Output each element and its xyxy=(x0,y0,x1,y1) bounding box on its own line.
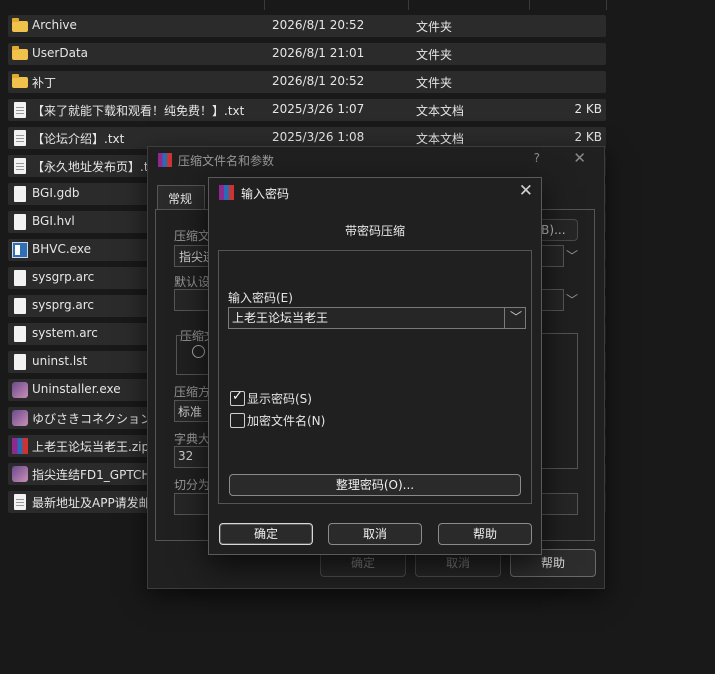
file-type: 文件夹 xyxy=(416,20,453,34)
file-icon xyxy=(14,186,26,202)
help-icon[interactable]: ? xyxy=(534,151,540,165)
archive-name-label: 压缩文 xyxy=(174,229,211,243)
password-value: 上老王论坛当老王 xyxy=(232,311,329,325)
file-name: UserData xyxy=(32,46,89,60)
text-document-icon xyxy=(14,102,26,118)
winrar-archive-icon xyxy=(12,438,28,454)
dictionary-value: 32 xyxy=(178,449,194,463)
split-input[interactable] xyxy=(174,493,210,515)
organize-passwords-button[interactable]: 整理密码(O)... xyxy=(229,474,521,496)
close-icon[interactable]: ✕ xyxy=(519,181,533,201)
method-label: 压缩方 xyxy=(174,385,211,399)
exe-icon xyxy=(12,242,28,258)
encrypt-filenames-label[interactable]: 加密文件名(N) xyxy=(247,412,325,429)
file-type: 文件夹 xyxy=(416,76,453,90)
anime-app-icon xyxy=(12,410,28,426)
file-row[interactable]: 补丁 2026/8/1 20:52 文件夹 xyxy=(8,71,606,93)
file-type: 文件夹 xyxy=(416,48,453,62)
file-type: 文本文档 xyxy=(416,132,465,146)
dialog-subtitle: 带密码压缩 xyxy=(344,224,405,238)
text-document-icon xyxy=(14,494,26,510)
file-row[interactable]: 【来了就能下载和观看！纯免费！】.txt 2025/3/26 1:07 文本文档 2 … xyxy=(8,99,606,121)
chevron-down-icon[interactable]: ﹀ xyxy=(510,308,522,325)
file-name: 【论坛介绍】.txt xyxy=(32,132,125,146)
enter-password-dialog: 输入密码 ✕ 带密码压缩 输入密码(E) 上老王论坛当老王 ﹀ 显示密码(S) … xyxy=(208,177,542,555)
default-settings-label: 默认设 xyxy=(174,275,211,289)
combo-divider xyxy=(504,308,505,328)
close-icon[interactable]: ✕ xyxy=(573,149,586,167)
password-button-ghost[interactable] xyxy=(536,493,578,515)
file-type: 文本文档 xyxy=(416,104,465,118)
file-date: 2026/8/1 21:01 xyxy=(272,46,365,60)
dialog-title: 输入密码 xyxy=(241,187,290,201)
folder-icon xyxy=(12,18,28,32)
password-label: 输入密码(E) xyxy=(228,291,293,305)
password-input[interactable]: 上老王论坛当老王 ﹀ xyxy=(228,307,526,329)
file-date: 2025/3/26 1:08 xyxy=(272,130,365,144)
file-date: 2025/3/26 1:07 xyxy=(272,102,365,116)
winrar-icon xyxy=(158,153,172,167)
file-row[interactable]: UserData 2026/8/1 21:01 文件夹 xyxy=(8,43,606,65)
split-label: 切分为 xyxy=(174,478,211,492)
chevron-down-icon[interactable]: ﹀ xyxy=(566,291,578,308)
file-name: 【来了就能下载和观看！纯免费！】.txt xyxy=(32,104,245,118)
encrypt-filenames-checkbox[interactable] xyxy=(230,413,245,428)
file-name: Archive xyxy=(32,18,77,32)
chevron-down-icon[interactable]: ﹀ xyxy=(566,247,578,264)
column-separator xyxy=(264,0,265,10)
file-size: 2 KB xyxy=(574,102,602,116)
file-icon xyxy=(14,298,26,314)
folder-icon xyxy=(12,46,28,60)
file-icon xyxy=(14,214,26,230)
text-document-icon xyxy=(14,158,26,174)
column-separator xyxy=(606,0,607,10)
text-document-icon xyxy=(14,130,26,146)
show-password-checkbox[interactable] xyxy=(230,389,245,406)
ok-button[interactable]: 确定 xyxy=(219,523,313,545)
tab-label: 常规 xyxy=(168,192,193,206)
show-password-label[interactable]: 显示密码(S) xyxy=(247,390,312,407)
column-separator xyxy=(408,0,409,10)
anime-app-icon xyxy=(12,382,28,398)
file-date: 2026/8/1 20:52 xyxy=(272,74,365,88)
winrar-icon xyxy=(219,185,234,200)
tab-general[interactable]: 常规 xyxy=(157,185,205,210)
file-icon xyxy=(14,326,26,342)
file-size: 2 KB xyxy=(574,130,602,144)
help-button[interactable]: 帮助 xyxy=(438,523,532,545)
dictionary-select[interactable]: 32 xyxy=(174,446,210,468)
method-value: 标准 xyxy=(178,405,203,419)
file-date: 2026/8/1 20:52 xyxy=(272,18,365,32)
column-separator xyxy=(529,0,530,10)
dictionary-label: 字典大 xyxy=(174,432,211,446)
anime-app-icon xyxy=(12,466,28,482)
dialog-title: 压缩文件名和参数 xyxy=(178,154,275,168)
method-select[interactable]: 标准 xyxy=(174,400,210,422)
file-name: 补丁 xyxy=(32,76,57,90)
cancel-button[interactable]: 取消 xyxy=(328,523,422,545)
file-row[interactable]: Archive 2026/8/1 20:52 文件夹 xyxy=(8,15,606,37)
file-icon xyxy=(14,354,26,370)
folder-icon xyxy=(12,74,28,88)
file-icon xyxy=(14,270,26,286)
